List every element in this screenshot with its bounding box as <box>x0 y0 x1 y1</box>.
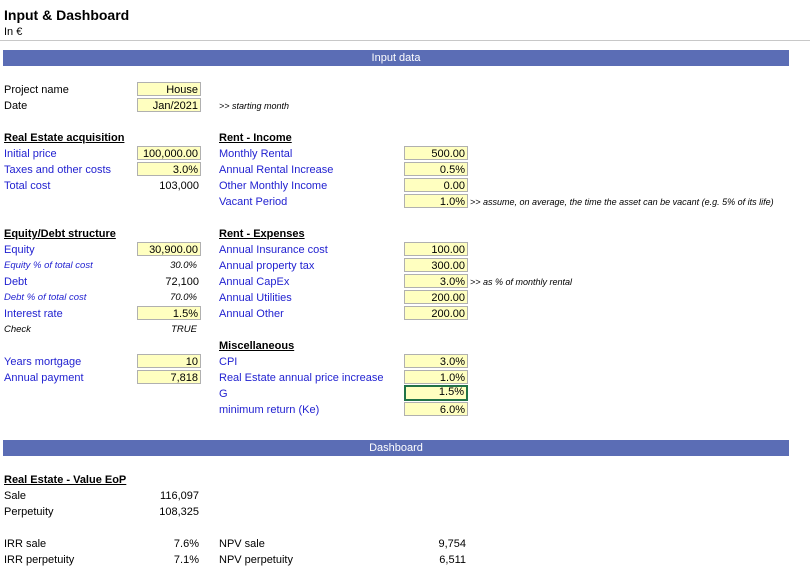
income-title: Rent - Income <box>219 132 292 144</box>
years-mortgage-input[interactable]: 10 <box>137 354 201 368</box>
project-name-label: Project name <box>4 84 69 96</box>
date-label: Date <box>4 100 28 112</box>
g-input[interactable]: 1.5% <box>404 385 468 401</box>
other-expenses-input[interactable]: 200.00 <box>404 306 468 320</box>
g-label: G <box>219 388 228 400</box>
ke-input[interactable]: 6.0% <box>404 402 468 416</box>
date-input[interactable]: Jan/2021 <box>137 98 201 112</box>
vacant-period-input[interactable]: 1.0% <box>404 194 468 208</box>
cpi-input[interactable]: 3.0% <box>404 354 468 368</box>
rental-increase-input[interactable]: 0.5% <box>404 162 468 176</box>
capex-input[interactable]: 3.0% <box>404 274 468 288</box>
irr-perpetuity-label: IRR perpetuity <box>4 554 75 566</box>
perpetuity-label: Perpetuity <box>4 506 54 518</box>
npv-perpetuity-value: 6,511 <box>439 554 466 566</box>
cpi-label: CPI <box>219 356 238 368</box>
ke-label: minimum return (Ke) <box>219 404 320 416</box>
other-income-input[interactable]: 0.00 <box>404 178 468 192</box>
interest-rate-label: Interest rate <box>4 308 63 320</box>
equity-pct-label: Equity % of total cost <box>4 260 93 271</box>
sale-label: Sale <box>4 490 27 502</box>
npv-perpetuity-label: NPV perpetuity <box>219 554 293 566</box>
acquisition-title: Real Estate acquisition <box>4 132 125 144</box>
monthly-rental-input[interactable]: 500.00 <box>404 146 468 160</box>
initial-price-label: Initial price <box>4 148 57 160</box>
total-cost-value: 103,000 <box>159 180 199 192</box>
property-tax-label: Annual property tax <box>219 260 315 272</box>
expenses-title: Rent - Expenses <box>219 228 305 240</box>
taxes-label: Taxes and other costs <box>4 164 112 176</box>
irr-perpetuity-value: 7.1% <box>173 554 199 566</box>
utilities-input[interactable]: 200.00 <box>404 290 468 304</box>
initial-price-input[interactable]: 100,000.00 <box>137 146 201 160</box>
debt-pct-value: 70.0% <box>170 292 197 303</box>
utilities-label: Annual Utilities <box>219 292 292 304</box>
input-data-band: Input data <box>3 50 789 66</box>
irr-sale-label: IRR sale <box>4 538 47 550</box>
unit-label: In € <box>4 26 23 38</box>
equity-pct-value: 30.0% <box>170 260 197 271</box>
vacant-period-label: Vacant Period <box>219 196 288 208</box>
project-name-input[interactable]: House <box>137 82 201 96</box>
page-title: Input & Dashboard <box>4 7 130 23</box>
check-label: Check <box>4 324 31 335</box>
price-increase-label: Real Estate annual price increase <box>219 372 384 384</box>
value-eop-title: Real Estate - Value EoP <box>4 474 127 486</box>
irr-sale-value: 7.6% <box>173 538 199 550</box>
capex-note: >> as % of monthly rental <box>470 277 573 287</box>
dashboard-band: Dashboard <box>3 440 789 456</box>
interest-rate-input[interactable]: 1.5% <box>137 306 201 320</box>
insurance-label: Annual Insurance cost <box>219 244 328 256</box>
date-note: >> starting month <box>219 101 290 111</box>
rental-increase-label: Annual Rental Increase <box>219 164 334 176</box>
debt-label: Debt <box>4 276 28 288</box>
property-tax-input[interactable]: 300.00 <box>404 258 468 272</box>
years-mortgage-label: Years mortgage <box>4 356 82 368</box>
insurance-input[interactable]: 100.00 <box>404 242 468 256</box>
npv-sale-value: 9,754 <box>438 538 466 550</box>
other-expenses-label: Annual Other <box>219 308 284 320</box>
price-increase-input[interactable]: 1.0% <box>404 370 468 384</box>
other-income-label: Other Monthly Income <box>219 180 328 192</box>
header-divider <box>0 40 810 41</box>
total-cost-label: Total cost <box>4 180 51 192</box>
debt-pct-label: Debt % of total cost <box>4 292 87 303</box>
npv-sale-label: NPV sale <box>219 538 265 550</box>
taxes-input[interactable]: 3.0% <box>137 162 201 176</box>
monthly-rental-label: Monthly Rental <box>219 148 293 160</box>
check-value: TRUE <box>171 324 197 335</box>
annual-payment-value[interactable]: 7,818 <box>137 370 201 384</box>
annual-payment-label: Annual payment <box>4 372 84 384</box>
perpetuity-value: 108,325 <box>159 506 199 518</box>
misc-title: Miscellaneous <box>219 340 295 352</box>
equity-input[interactable]: 30,900.00 <box>137 242 201 256</box>
capex-label: Annual CapEx <box>219 276 290 288</box>
equity-title: Equity/Debt structure <box>4 228 116 240</box>
debt-value: 72,100 <box>165 276 199 288</box>
sale-value: 116,097 <box>160 490 199 502</box>
vacant-period-note: >> assume, on average, the time the asse… <box>470 197 774 207</box>
equity-label: Equity <box>4 244 35 256</box>
